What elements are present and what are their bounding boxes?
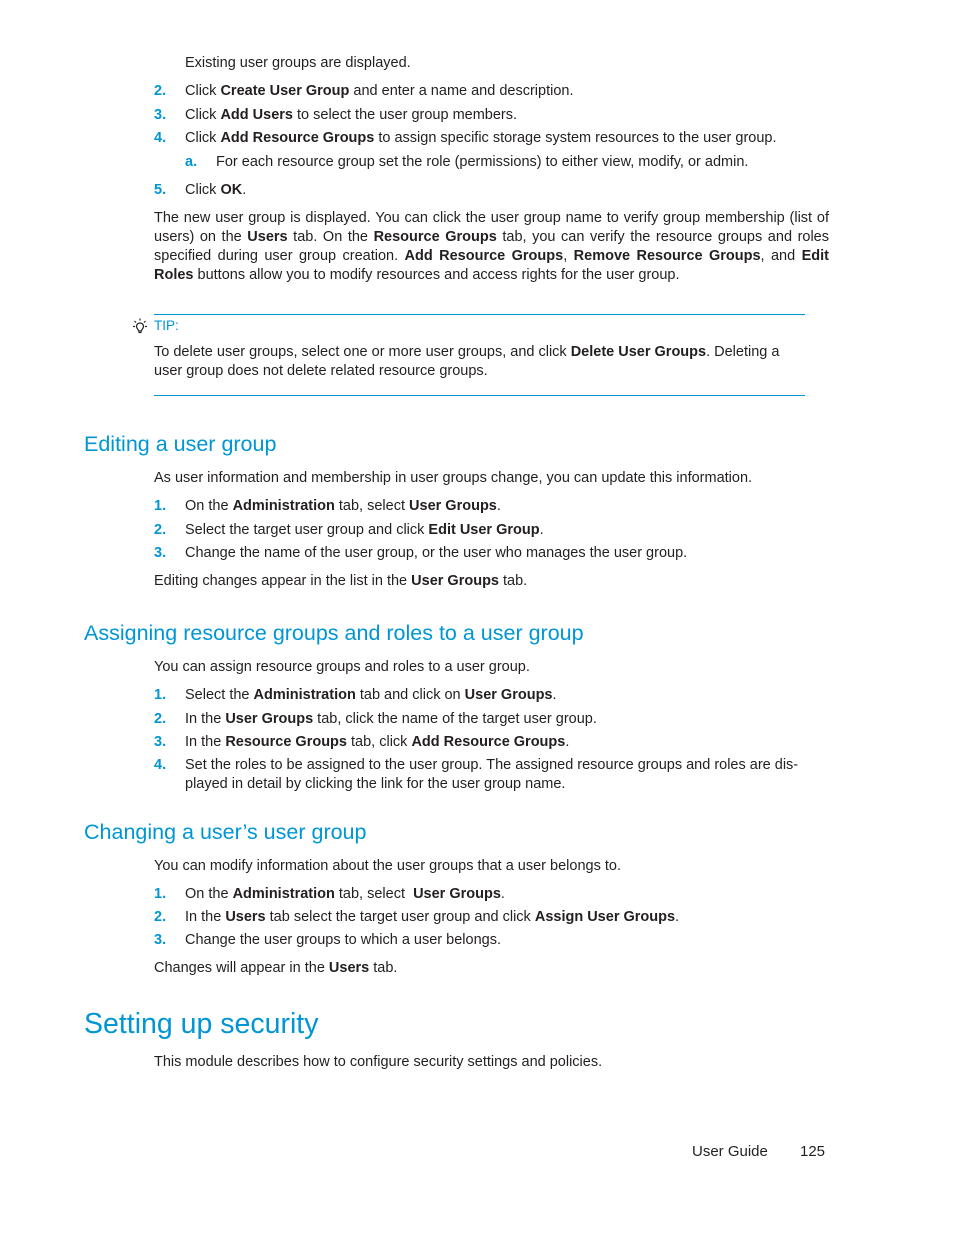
tip-top-rule (154, 314, 805, 315)
changing-step-2: 2. In the Users tab select the target us… (154, 908, 829, 927)
step-number: 4. (154, 757, 167, 773)
ui-term: User Groups (464, 687, 553, 703)
editing-step-2: 2. Select the target user group and clic… (154, 521, 829, 540)
ui-term: Administration (232, 498, 335, 514)
step-number: 2. (154, 711, 167, 727)
substep-text: For each resource group set the role (pe… (216, 154, 749, 170)
ui-term: User Groups (225, 711, 314, 727)
ui-term: Add Users (220, 107, 293, 123)
changing-intro: You can modify information about the use… (154, 858, 621, 874)
step-text: In the Users tab select the target user … (185, 909, 680, 925)
assigning-step-1: 1. Select the Administration tab and cli… (154, 686, 829, 705)
assigning-step-2: 2. In the User Groups tab, click the nam… (154, 710, 829, 729)
lightbulb-icon (130, 317, 150, 341)
footer-guide-label: User Guide (692, 1143, 768, 1160)
ui-term: Administration (232, 886, 335, 902)
changing-step-1: 1. On the Administration tab, select Use… (154, 885, 829, 904)
result-paragraph: The new user group is displayed. You can… (154, 210, 829, 283)
tip-text: To delete user groups, select one or mor… (154, 344, 780, 379)
step-number: 3. (154, 545, 167, 561)
footer-page-number: 125 (800, 1143, 826, 1160)
ui-term: Administration (253, 687, 356, 703)
step-text: Click Add Resource Groups to assign spec… (185, 130, 777, 146)
step-number: 3. (154, 107, 167, 123)
substep-set-role: a. For each resource group set the role … (185, 153, 825, 172)
security-intro: This module describes how to configure s… (154, 1054, 603, 1070)
step-number: 2. (154, 83, 167, 99)
heading-setting-up-security: Setting up security (84, 1008, 319, 1040)
heading-assigning-resource-groups: Assigning resource groups and roles to a… (84, 621, 584, 645)
step-text: Select the Administration tab and click … (185, 687, 557, 703)
step-text: On the Administration tab, select User G… (185, 886, 505, 902)
editing-step-1: 1. On the Administration tab, select Use… (154, 497, 829, 516)
step-text: Click Create User Group and enter a name… (185, 83, 574, 99)
ui-term: Resource Groups (225, 734, 347, 750)
ui-term: Add Resource Groups (411, 734, 566, 750)
step-text: Click Add Users to select the user group… (185, 107, 518, 123)
step-click-ok: 5. Click OK. (154, 181, 829, 200)
ui-term: Edit User Group (428, 522, 540, 538)
heading-editing-user-group: Editing a user group (84, 432, 277, 456)
ui-term: Create User Group (220, 83, 350, 99)
ui-term: Users (247, 229, 288, 245)
step-text: Select the target user group and click E… (185, 522, 544, 538)
ui-term: User Groups (411, 573, 499, 589)
ui-term: Users (225, 909, 266, 925)
ui-term: Add Resource Groups (220, 130, 375, 146)
ui-term: Remove Resource Groups (573, 248, 761, 264)
changing-step-3: 3. Change the user groups to which a use… (154, 931, 829, 950)
step-add-users: 3. Click Add Users to select the user gr… (154, 106, 829, 125)
existing-groups-note: Existing user groups are displayed. (185, 55, 411, 71)
ui-term: Delete User Groups (570, 344, 707, 360)
step-text: Change the name of the user group, or th… (185, 545, 688, 561)
heading-changing-user-group: Changing a user’s user group (84, 820, 367, 844)
step-number: 5. (154, 182, 167, 198)
step-text: Change the user groups to which a user b… (185, 932, 501, 948)
step-number: 2. (154, 909, 167, 925)
substep-letter: a. (185, 154, 198, 170)
ui-term: User Groups (413, 886, 501, 902)
ui-term: Add Resource Groups (404, 248, 564, 264)
assigning-step-4: 4. Set the roles to be assigned to the u… (154, 756, 829, 794)
tip-bottom-rule (154, 395, 805, 396)
ui-term: OK (220, 182, 243, 198)
assigning-step-3: 3. In the Resource Groups tab, click Add… (154, 733, 829, 752)
step-number: 1. (154, 687, 167, 703)
ui-term: Users (328, 960, 370, 976)
step-text: Set the roles to be assigned to the user… (185, 757, 799, 792)
tip-label: TIP: (154, 318, 179, 333)
step-number: 2. (154, 522, 167, 538)
assigning-intro: You can assign resource groups and roles… (154, 659, 530, 675)
step-add-resource-groups: 4. Click Add Resource Groups to assign s… (154, 129, 829, 148)
step-number: 1. (154, 498, 167, 514)
ui-term: User Groups (409, 498, 497, 514)
step-number: 3. (154, 932, 167, 948)
step-text: On the Administration tab, select User G… (185, 498, 501, 514)
ui-term: Resource Groups (373, 229, 497, 245)
step-number: 1. (154, 886, 167, 902)
step-number: 4. (154, 130, 167, 146)
step-create-user-group: 2. Click Create User Group and enter a n… (154, 82, 829, 101)
editing-outro: Editing changes appear in the list in th… (154, 573, 528, 589)
step-number: 3. (154, 734, 167, 750)
step-text: In the User Groups tab, click the name o… (185, 711, 597, 727)
changing-outro: Changes will appear in the Users tab. (154, 960, 398, 976)
ui-term: Assign User Groups (534, 909, 676, 925)
editing-intro: As user information and membership in us… (154, 470, 753, 486)
step-text: In the Resource Groups tab, click Add Re… (185, 734, 570, 750)
editing-step-3: 3. Change the name of the user group, or… (154, 544, 829, 563)
step-text: Click OK. (185, 182, 247, 198)
